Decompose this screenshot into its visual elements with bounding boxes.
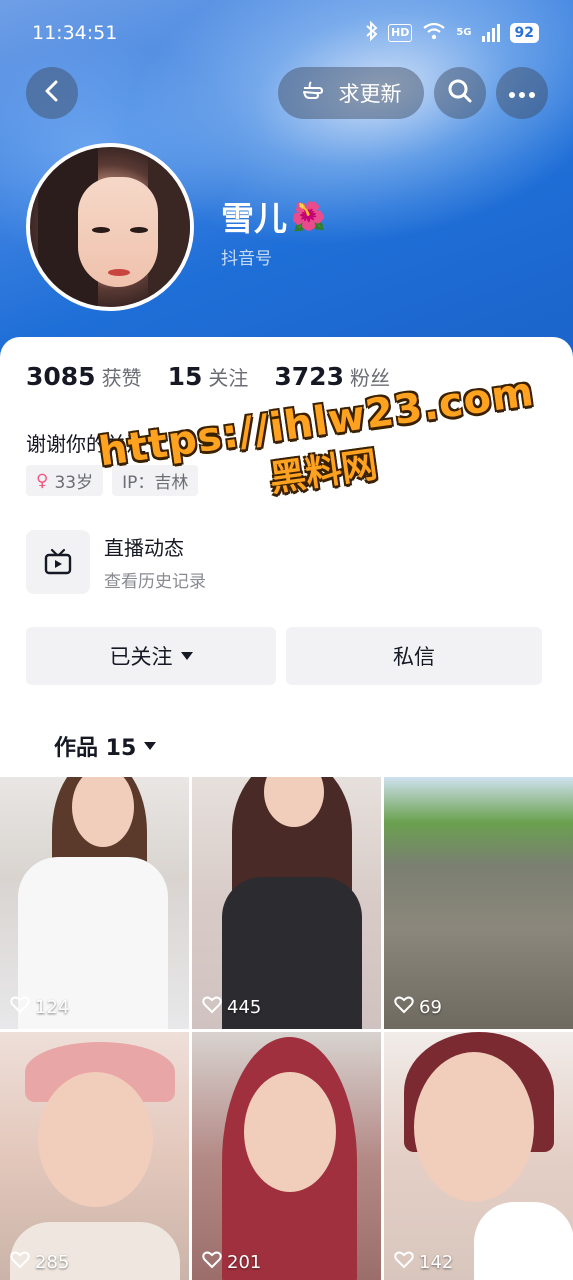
like-count: 201	[202, 1251, 261, 1274]
wifi-icon	[422, 22, 446, 45]
age-tag: ♀ 33岁	[26, 465, 104, 496]
like-count-value: 124	[35, 997, 70, 1018]
video-thumbnail[interactable]: 124	[0, 777, 189, 1029]
avatar[interactable]	[26, 143, 194, 311]
request-update-label: 求更新	[338, 82, 402, 106]
like-count: 69	[394, 996, 442, 1019]
like-count-value: 69	[419, 997, 442, 1018]
female-icon: ♀	[36, 470, 49, 491]
profile-tags: ♀ 33岁 IP：吉林	[26, 465, 199, 496]
douyin-id-label: 抖音号	[221, 249, 272, 269]
age-tag-text: 33岁	[54, 473, 94, 493]
like-count-value: 285	[35, 1252, 70, 1273]
message-button-label: 私信	[393, 645, 435, 669]
live-history-entry[interactable]: 直播动态 查看历史记录	[26, 530, 206, 594]
like-count-value: 201	[227, 1252, 262, 1273]
heart-icon	[202, 1251, 222, 1274]
video-grid: 124 445 69 285 201 142	[0, 777, 573, 1280]
pointing-hand-icon	[301, 79, 331, 108]
followed-button[interactable]: 已关注	[26, 627, 276, 685]
hd-badge: HD	[388, 24, 413, 42]
heart-icon	[10, 996, 30, 1019]
stat-following-label: 关注	[208, 366, 249, 390]
chevron-left-icon	[42, 79, 62, 107]
caret-down-icon	[144, 742, 157, 750]
like-count: 445	[202, 996, 261, 1019]
followed-button-label: 已关注	[109, 645, 173, 669]
video-thumbnail[interactable]: 69	[384, 777, 573, 1029]
stat-likes-label: 获赞	[101, 366, 142, 390]
like-count-value: 142	[419, 1252, 454, 1273]
more-dots-icon	[508, 84, 536, 103]
heart-icon	[394, 1251, 414, 1274]
network-label: 5G	[456, 27, 472, 38]
status-time: 11:34:51	[32, 22, 118, 44]
signal-icon	[481, 24, 500, 42]
profile-actions: 已关注 私信	[26, 627, 542, 685]
top-nav: 求更新	[0, 66, 573, 120]
search-button[interactable]	[434, 67, 486, 119]
video-thumbnail[interactable]: 285	[0, 1032, 189, 1280]
profile-bio: 谢谢你的关注	[26, 432, 146, 456]
search-icon	[447, 78, 473, 108]
status-icons: HD 5G 92	[366, 20, 539, 46]
heart-icon	[10, 1251, 30, 1274]
tab-works[interactable]: 作品 15	[54, 730, 157, 762]
battery-indicator: 92	[509, 23, 539, 43]
stat-following[interactable]: 15 关注	[168, 362, 249, 391]
request-update-button[interactable]: 求更新	[278, 67, 424, 119]
like-count: 142	[394, 1251, 453, 1274]
video-thumbnail[interactable]: 142	[384, 1032, 573, 1280]
like-count: 285	[10, 1251, 69, 1274]
profile-name-block: 雪儿 🌺 抖音号	[221, 192, 326, 269]
hibiscus-icon: 🌺	[291, 199, 326, 233]
like-count-value: 445	[227, 997, 262, 1018]
caret-down-icon	[180, 652, 193, 660]
stat-likes-value: 3085	[26, 362, 96, 391]
stat-followers-value: 3723	[274, 362, 344, 391]
tab-works-label: 作品 15	[54, 736, 137, 761]
message-button[interactable]: 私信	[286, 627, 542, 685]
stat-followers-label: 粉丝	[349, 366, 390, 390]
more-button[interactable]	[496, 67, 548, 119]
profile-name-text: 雪儿	[221, 199, 287, 238]
profile-name: 雪儿 🌺	[221, 192, 326, 240]
status-bar: 11:34:51 HD 5G 92	[0, 0, 573, 66]
video-thumbnail[interactable]: 445	[192, 777, 381, 1029]
stat-following-value: 15	[167, 362, 203, 391]
profile-stats: 3085 获赞 15 关注 3723 粉丝	[26, 362, 390, 391]
heart-icon	[202, 996, 222, 1019]
ip-tag: IP：吉林	[112, 465, 199, 496]
stat-followers[interactable]: 3723 粉丝	[274, 362, 390, 391]
tv-icon	[26, 530, 90, 594]
video-thumbnail[interactable]: 201	[192, 1032, 381, 1280]
live-title: 直播动态	[104, 536, 184, 560]
heart-icon	[394, 996, 414, 1019]
like-count: 124	[10, 996, 69, 1019]
stat-likes[interactable]: 3085 获赞	[26, 362, 142, 391]
ip-tag-text: IP：吉林	[122, 473, 189, 493]
live-subtitle: 查看历史记录	[104, 572, 206, 592]
bluetooth-icon	[366, 20, 378, 46]
back-button[interactable]	[26, 67, 78, 119]
